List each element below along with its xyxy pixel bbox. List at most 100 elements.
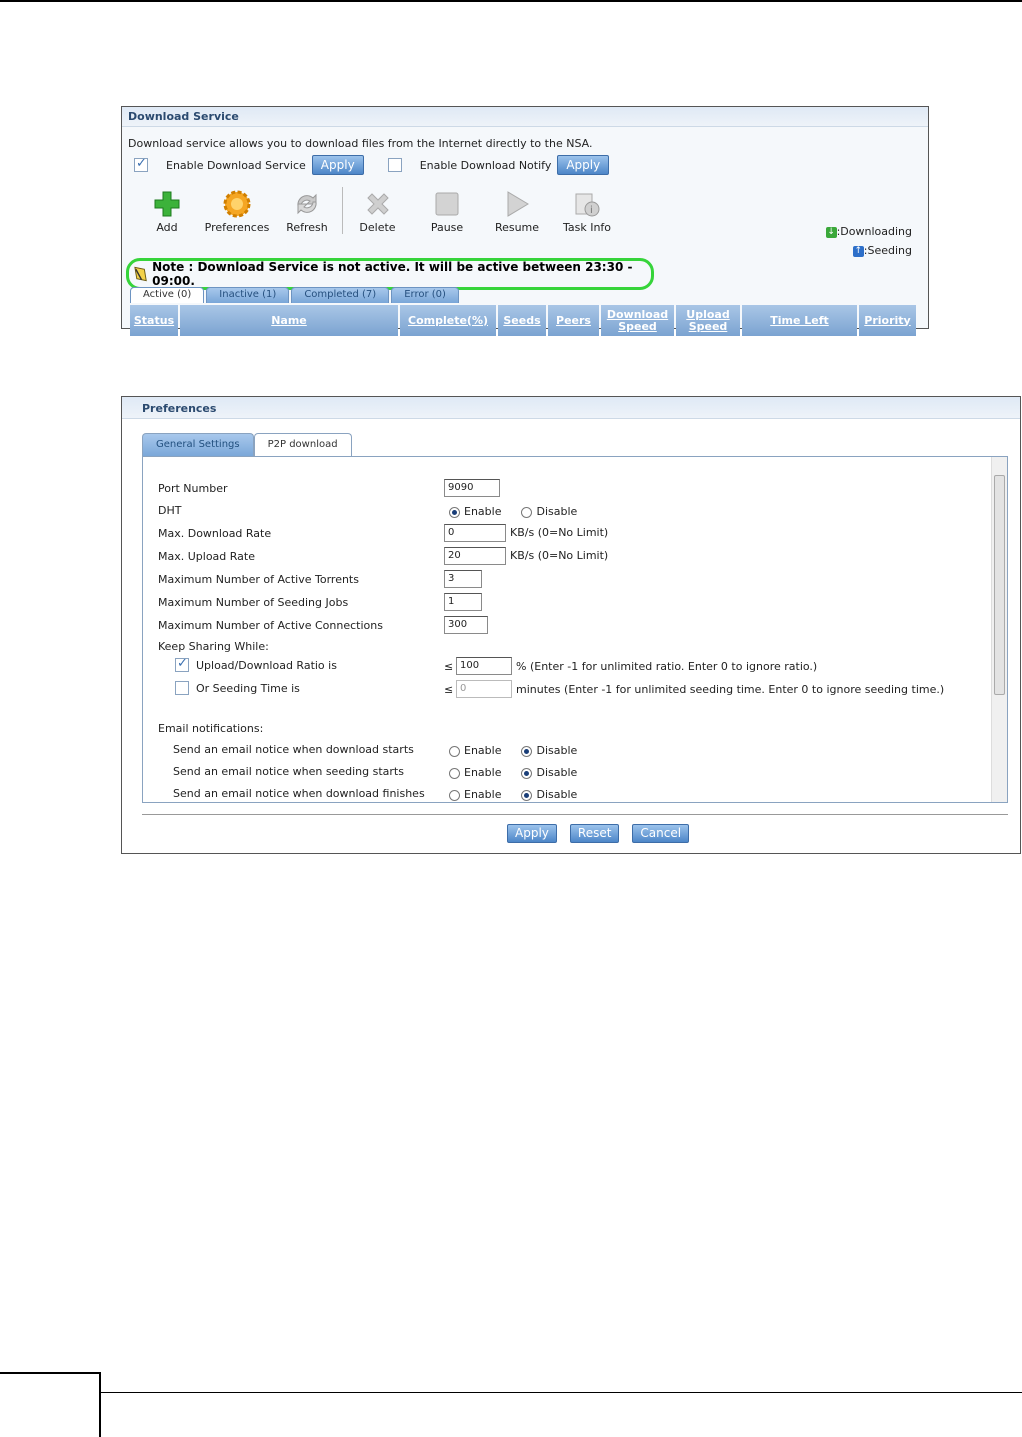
col-upload-speed[interactable]: Upload Speed [676,305,740,336]
refresh-button[interactable]: Refresh [272,187,342,234]
keep-sharing-label: Keep Sharing While: [158,640,269,653]
enable-notify-label: Enable Download Notify [419,158,552,172]
email-download-starts-label: Send an email notice when download start… [173,743,414,756]
service-description: Download service allows you to download … [128,137,593,150]
max-download-unit: KB/s (0=No Limit) [510,526,609,539]
max-download-label: Max. Download Rate [158,527,272,540]
email-notifications-label: Email notifications: [158,722,264,735]
downloading-icon: ↓ [825,226,837,238]
email-seeding-starts-disable[interactable]: Disable [521,766,577,779]
task-info-button[interactable]: i Task Info [552,187,622,234]
enable-notify-checkbox[interactable] [387,158,402,172]
email-download-starts-disable[interactable]: Disable [521,744,577,757]
status-legend: ↓:Downloading ↑:Seeding [825,222,912,260]
email-seeding-starts-radios: Enable Disable [449,766,577,779]
port-number-label: Port Number [158,482,228,495]
pause-icon [435,192,459,216]
enable-service-checkbox[interactable] [134,156,148,172]
seeding-time-label: Or Seeding Time is [196,682,300,695]
enable-row: Enable Download Service Apply Enable Dow… [134,155,610,175]
pause-label: Pause [430,221,464,234]
email-download-finishes-enable[interactable]: Enable [449,788,501,801]
tab-error[interactable]: Error (0) [391,287,459,303]
apply-service-button[interactable]: Apply [311,155,364,175]
active-connections-label: Maximum Number of Active Connections [158,619,383,632]
tab-inactive[interactable]: Inactive (1) [206,287,290,303]
seeding-jobs-label: Maximum Number of Seeding Jobs [158,596,349,609]
seeding-time-checkbox[interactable] [175,681,189,695]
ratio-sign: ≤ [444,660,454,673]
seeding-time-input[interactable]: 0 [456,680,512,698]
tab-p2p-download[interactable]: P2P download [253,433,352,457]
resume-label: Resume [494,221,540,234]
col-seeds[interactable]: Seeds [498,305,546,336]
max-upload-input[interactable]: 20 [444,547,506,565]
preferences-title: Preferences [122,397,1020,419]
email-download-starts-radios: Enable Disable [449,744,577,757]
refresh-label: Refresh [286,221,328,234]
tab-completed[interactable]: Completed (7) [291,287,390,303]
task-tabs: Active (0) Inactive (1) Completed (7) Er… [130,287,459,303]
dht-label: DHT [158,504,182,517]
col-time-left[interactable]: Time Left [742,305,857,336]
email-seeding-starts-enable[interactable]: Enable [449,766,501,779]
tab-active[interactable]: Active (0) [130,287,205,303]
email-download-finishes-radios: Enable Disable [449,788,577,801]
max-upload-label: Max. Upload Rate [158,550,255,563]
toolbar: Add Preferences Refresh Delete Pause Res… [132,187,622,234]
reset-button[interactable]: Reset [569,824,620,843]
legend-downloading: :Downloading [836,225,912,238]
task-info-icon: i [575,193,600,217]
email-download-starts-enable[interactable]: Enable [449,744,501,757]
preferences-button[interactable]: Preferences [202,187,272,234]
active-torrents-input[interactable]: 3 [444,570,482,588]
enable-service-label: Enable Download Service [166,158,306,172]
max-download-input[interactable]: 0 [444,524,506,542]
active-connections-input[interactable]: 300 [444,616,488,634]
page-number-box [0,1372,101,1437]
apply-notify-button[interactable]: Apply [557,155,610,175]
col-download-speed[interactable]: Download Speed [601,305,674,336]
apply-button[interactable]: Apply [507,824,557,843]
note-text: Note : Download Service is not active. I… [152,260,633,288]
refresh-icon [297,193,317,215]
panel-title: Download Service [122,107,928,127]
col-priority[interactable]: Priority [859,305,916,336]
p2p-settings-content: Port Number 9090 DHT Enable Disable Max.… [142,456,1008,803]
email-download-finishes-label: Send an email notice when download finis… [173,787,425,800]
col-name[interactable]: Name [180,305,398,336]
col-complete[interactable]: Complete(%) [400,305,496,336]
col-peers[interactable]: Peers [548,305,599,336]
seeding-time-sign: ≤ [444,683,454,696]
inactive-note: Note : Download Service is not active. I… [126,258,654,290]
ratio-checkbox[interactable] [175,656,189,672]
add-label: Add [156,221,178,234]
port-number-input[interactable]: 9090 [444,479,500,497]
max-upload-unit: KB/s (0=No Limit) [510,549,609,562]
email-download-finishes-disable[interactable]: Disable [521,788,577,801]
buttons-divider [142,814,1008,815]
note-icon [134,266,147,282]
cancel-button[interactable]: Cancel [632,824,690,843]
seeding-jobs-input[interactable]: 1 [444,593,482,611]
tab-general-settings[interactable]: General Settings [142,433,254,457]
add-button[interactable]: Add [132,187,202,234]
dht-radio-group: Enable Disable [449,505,577,518]
seeding-icon: ↑ [852,245,864,257]
seeding-time-hint: minutes (Enter -1 for unlimited seeding … [516,683,945,696]
ratio-input[interactable]: 100 [456,657,512,675]
delete-button[interactable]: Delete [342,187,412,234]
preferences-tabs: General Settings P2P download [142,433,352,457]
task-table-header: Status Name Complete(%) Seeds Peers Down… [130,305,916,336]
dht-disable-radio[interactable]: Disable [521,505,577,518]
pause-button[interactable]: Pause [412,187,482,234]
col-status[interactable]: Status [130,305,178,336]
preferences-buttons: Apply Reset Cancel [507,824,690,843]
delete-label: Delete [359,221,396,234]
resume-button[interactable]: Resume [482,187,552,234]
ratio-hint: % (Enter -1 for unlimited ratio. Enter 0… [516,660,818,673]
email-seeding-starts-label: Send an email notice when seeding starts [173,765,404,778]
vertical-scrollbar[interactable] [991,457,1007,802]
task-info-label: Task Info [562,221,612,234]
dht-enable-radio[interactable]: Enable [449,505,501,518]
